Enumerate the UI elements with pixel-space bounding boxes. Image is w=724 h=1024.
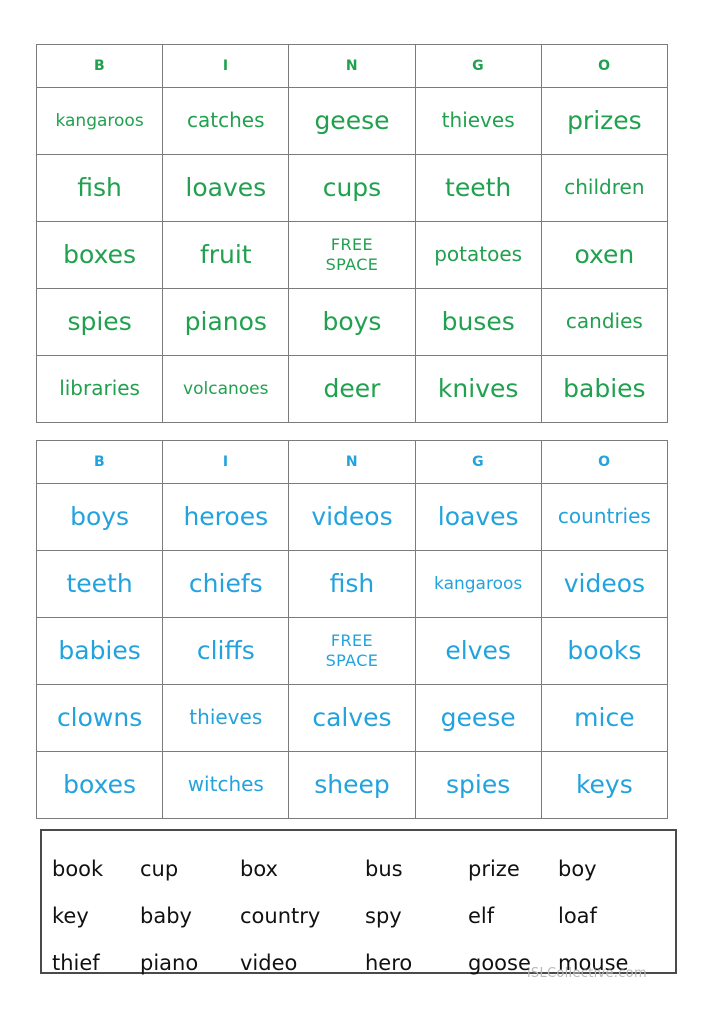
bingo-cell[interactable]: knives	[414, 355, 542, 423]
bingo-header-i: I	[162, 44, 290, 88]
bingo-cell[interactable]: chiefs	[162, 550, 290, 618]
bingo-cell[interactable]: children	[540, 154, 669, 222]
bingo-cell[interactable]: videos	[540, 550, 669, 618]
bingo-cell[interactable]: teeth	[35, 550, 164, 618]
bingo-header-g: G	[414, 440, 542, 484]
word-bank-word[interactable]: bus	[365, 845, 468, 892]
bingo-cell[interactable]: libraries	[35, 355, 164, 423]
bingo-row: libraries volcanoes deer knives babies	[35, 355, 669, 423]
word-bank: book cup box bus prize boy key baby coun…	[40, 829, 677, 975]
bingo-cell[interactable]: potatoes	[414, 221, 542, 289]
word-bank-word[interactable]: thief	[42, 939, 140, 986]
bingo-row: kangaroos catches geese thieves prizes	[35, 87, 669, 155]
bingo-cell[interactable]: fish	[35, 154, 164, 222]
bingo-cell[interactable]: boys	[35, 483, 164, 551]
bingo-row: fish loaves cups teeth children	[35, 154, 669, 222]
bingo-header-b: B	[35, 440, 164, 484]
word-bank-row: key baby country spy elf loaf	[42, 892, 675, 939]
word-bank-word[interactable]: box	[240, 845, 365, 892]
worksheet-page: B I N G O kangaroos catches geese thieve…	[0, 0, 724, 1024]
bingo-cell[interactable]: boxes	[35, 221, 164, 289]
bingo-row: spies pianos boys buses candies	[35, 288, 669, 356]
bingo-cell[interactable]: babies	[35, 617, 164, 685]
word-bank-word[interactable]: spy	[365, 892, 468, 939]
bingo-cell[interactable]: cliffs	[162, 617, 290, 685]
word-bank-word[interactable]: hero	[365, 939, 468, 986]
bingo-cell[interactable]: books	[540, 617, 669, 685]
bingo-cell[interactable]: keys	[540, 751, 669, 819]
bingo-header-o: O	[540, 44, 669, 88]
bingo-card-blue: B I N G O boys heroes videos loaves coun…	[35, 440, 669, 819]
bingo-header-g: G	[414, 44, 542, 88]
bingo-cell[interactable]: geese	[414, 684, 542, 752]
bingo-header-i: I	[162, 440, 290, 484]
bingo-cell[interactable]: fish	[288, 550, 416, 618]
bingo-cell[interactable]: calves	[288, 684, 416, 752]
bingo-header-n: N	[288, 440, 416, 484]
bingo-cell[interactable]: loaves	[162, 154, 290, 222]
bingo-header-row: B I N G O	[35, 440, 669, 484]
bingo-cell[interactable]: witches	[162, 751, 290, 819]
bingo-cell[interactable]: pianos	[162, 288, 290, 356]
bingo-cell[interactable]: clowns	[35, 684, 164, 752]
word-bank-word[interactable]: loaf	[558, 892, 675, 939]
bingo-cell[interactable]: spies	[35, 288, 164, 356]
bingo-row: babies cliffs FREE SPACE elves books	[35, 617, 669, 685]
bingo-cell[interactable]: kangaroos	[35, 87, 164, 155]
bingo-cell[interactable]: boys	[288, 288, 416, 356]
bingo-cell[interactable]: fruit	[162, 221, 290, 289]
bingo-cell-free-space[interactable]: FREE SPACE	[288, 221, 416, 289]
bingo-cell[interactable]: cups	[288, 154, 416, 222]
bingo-row: teeth chiefs fish kangaroos videos	[35, 550, 669, 618]
word-bank-word[interactable]: boy	[558, 845, 675, 892]
bingo-cell[interactable]: geese	[288, 87, 416, 155]
bingo-row: boxes witches sheep spies keys	[35, 751, 669, 819]
bingo-header-n: N	[288, 44, 416, 88]
bingo-cell[interactable]: videos	[288, 483, 416, 551]
bingo-cell-free-space[interactable]: FREE SPACE	[288, 617, 416, 685]
word-bank-word[interactable]: video	[240, 939, 365, 986]
word-bank-word[interactable]: key	[42, 892, 140, 939]
bingo-row: boys heroes videos loaves countries	[35, 483, 669, 551]
bingo-cell[interactable]: boxes	[35, 751, 164, 819]
word-bank-word[interactable]: baby	[140, 892, 240, 939]
word-bank-word[interactable]: piano	[140, 939, 240, 986]
bingo-cell[interactable]: buses	[414, 288, 542, 356]
bingo-header-o: O	[540, 440, 669, 484]
bingo-cell[interactable]: sheep	[288, 751, 416, 819]
bingo-cell[interactable]: oxen	[540, 221, 669, 289]
bingo-header-row: B I N G O	[35, 44, 669, 88]
bingo-cell[interactable]: thieves	[162, 684, 290, 752]
bingo-cell[interactable]: loaves	[414, 483, 542, 551]
watermark: iSLCollective.com	[527, 966, 647, 981]
bingo-cell[interactable]: deer	[288, 355, 416, 423]
bingo-cell[interactable]: spies	[414, 751, 542, 819]
bingo-row: clowns thieves calves geese mice	[35, 684, 669, 752]
bingo-cell[interactable]: thieves	[414, 87, 542, 155]
word-bank-row: book cup box bus prize boy	[42, 845, 675, 892]
bingo-cell[interactable]: countries	[540, 483, 669, 551]
word-bank-word[interactable]: country	[240, 892, 365, 939]
word-bank-word[interactable]: cup	[140, 845, 240, 892]
bingo-cell[interactable]: prizes	[540, 87, 669, 155]
word-bank-word[interactable]: prize	[468, 845, 558, 892]
bingo-cell[interactable]: volcanoes	[162, 355, 290, 423]
bingo-cell[interactable]: mice	[540, 684, 669, 752]
bingo-cell[interactable]: heroes	[162, 483, 290, 551]
bingo-cell[interactable]: teeth	[414, 154, 542, 222]
bingo-cell[interactable]: babies	[540, 355, 669, 423]
bingo-cell[interactable]: catches	[162, 87, 290, 155]
bingo-cell[interactable]: kangaroos	[414, 550, 542, 618]
bingo-row: boxes fruit FREE SPACE potatoes oxen	[35, 221, 669, 289]
word-bank-table: book cup box bus prize boy key baby coun…	[42, 845, 675, 986]
bingo-cell[interactable]: elves	[414, 617, 542, 685]
bingo-cell[interactable]: candies	[540, 288, 669, 356]
bingo-card-green: B I N G O kangaroos catches geese thieve…	[35, 44, 669, 423]
word-bank-word[interactable]: elf	[468, 892, 558, 939]
word-bank-word[interactable]: book	[42, 845, 140, 892]
bingo-header-b: B	[35, 44, 164, 88]
